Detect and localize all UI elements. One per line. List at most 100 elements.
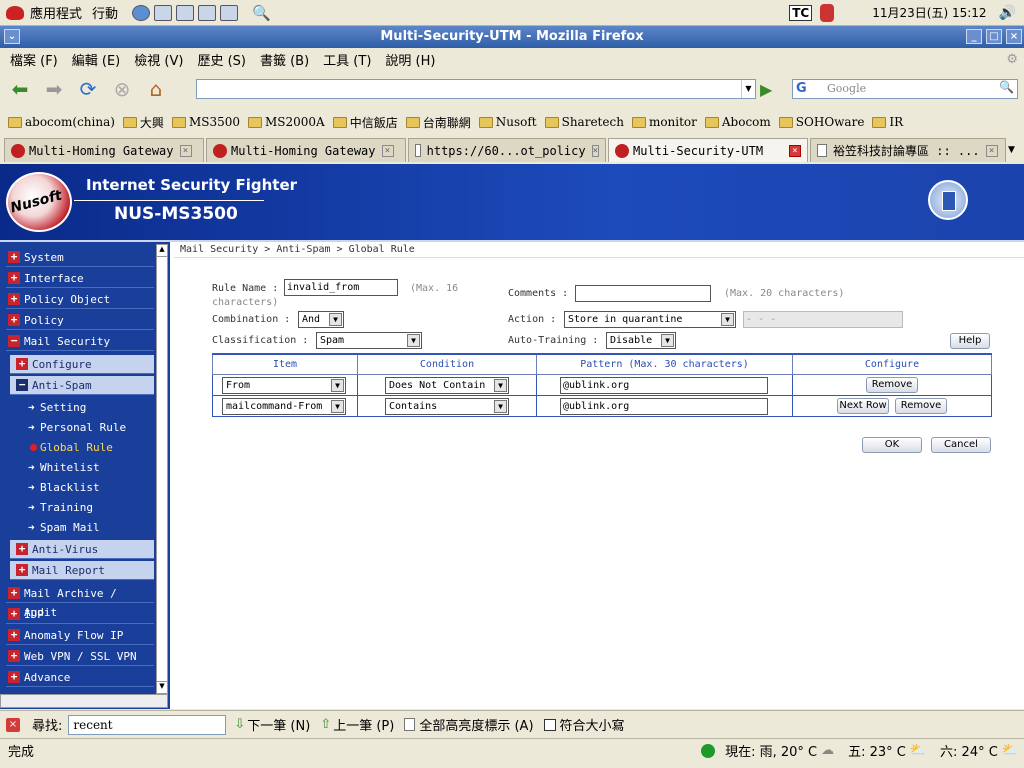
- back-button[interactable]: ⬅: [6, 76, 34, 102]
- sidebar-item-whitelist[interactable]: ➜ Whitelist: [10, 458, 154, 477]
- close-tab-icon[interactable]: ×: [985, 144, 998, 157]
- tab[interactable]: 裕笠科技討論專區 :: ... ×: [810, 138, 1006, 162]
- remove-button[interactable]: Remove: [866, 376, 918, 393]
- bookmark-folder[interactable]: MS2000A: [247, 115, 325, 129]
- bookmark-folder[interactable]: 中信飯店: [332, 114, 398, 131]
- search-go-icon[interactable]: 🔍: [999, 80, 1014, 94]
- sidebar-item-personal-rule[interactable]: ➜ Personal Rule: [10, 418, 154, 437]
- redhat-icon[interactable]: [6, 5, 24, 20]
- bookmark-folder[interactable]: SOHOware: [778, 115, 864, 129]
- sidebar-item-spam-mail[interactable]: ➜ Spam Mail: [10, 518, 154, 537]
- highlight-all-button[interactable]: 全部高亮度標示 (A): [419, 715, 533, 734]
- bookmark-folder[interactable]: Abocom: [704, 115, 771, 129]
- maximize-button[interactable]: □: [986, 29, 1002, 44]
- sidebar-item-training[interactable]: ➜ Training: [10, 498, 154, 517]
- applications-menu[interactable]: 應用程式: [30, 3, 82, 22]
- sidebar-item-interface[interactable]: + Interface: [6, 269, 154, 288]
- next-row-button[interactable]: Next Row: [837, 397, 889, 414]
- close-find-icon[interactable]: ×: [6, 717, 20, 732]
- tab[interactable]: https://60...ot_policy ×: [408, 138, 606, 162]
- stop-button[interactable]: ⊗: [108, 76, 136, 102]
- auto-training-select[interactable]: Disable ▼: [606, 332, 676, 349]
- go-button[interactable]: ▶: [760, 80, 772, 99]
- tab-active[interactable]: Multi-Security-UTM ×: [608, 138, 808, 162]
- pattern-input[interactable]: @ublink.org: [560, 376, 768, 394]
- search-icon[interactable]: 🔍: [252, 4, 271, 22]
- close-button[interactable]: ×: [1006, 29, 1022, 44]
- classification-select[interactable]: Spam ▼: [316, 332, 422, 349]
- item-select[interactable]: From ▼: [222, 376, 346, 394]
- volume-icon[interactable]: 🔊: [999, 5, 1016, 21]
- sidebar-item-system[interactable]: + System: [6, 248, 154, 267]
- sidebar-item-configure[interactable]: + Configure: [10, 355, 154, 374]
- logout-icon[interactable]: [928, 180, 968, 220]
- minimize-button[interactable]: _: [966, 29, 982, 44]
- ok-button[interactable]: OK: [862, 437, 922, 453]
- sidebar-item-mail-archive[interactable]: + Mail Archive / Audit: [6, 584, 154, 619]
- tab[interactable]: Multi-Homing Gateway ×: [206, 138, 406, 162]
- bookmark-folder[interactable]: IR: [872, 115, 903, 129]
- condition-select[interactable]: Contains ▼: [385, 397, 509, 415]
- close-tab-icon[interactable]: ×: [591, 144, 599, 157]
- close-tab-icon[interactable]: ×: [789, 144, 801, 157]
- sidebar-item-blacklist[interactable]: ➜ Blacklist: [10, 478, 154, 497]
- bookmark-folder[interactable]: Nusoft: [478, 115, 537, 129]
- reload-button[interactable]: ⟳: [74, 76, 102, 102]
- browser-launcher-icon[interactable]: [132, 4, 151, 21]
- sidebar-item-idp[interactable]: + IDP: [6, 605, 154, 624]
- url-dropdown-icon[interactable]: ▼: [741, 80, 755, 98]
- action-select[interactable]: Store in quarantine ▼: [564, 311, 736, 328]
- remove-button[interactable]: Remove: [895, 397, 947, 414]
- settings-launcher-icon[interactable]: [220, 4, 239, 21]
- sidebar-item-policy[interactable]: + Policy: [6, 311, 154, 330]
- forward-button[interactable]: ➡: [40, 76, 68, 102]
- bookmark-folder[interactable]: 台南聯網: [405, 114, 471, 131]
- sidebar-item-anti-spam[interactable]: − Anti-Spam: [10, 376, 154, 395]
- horizontal-scrollbar[interactable]: [0, 694, 168, 708]
- tab[interactable]: Multi-Homing Gateway ×: [4, 138, 204, 162]
- menu-bookmarks[interactable]: 書籤 (B): [260, 50, 309, 69]
- sidebar-item-anti-virus[interactable]: + Anti-Virus: [10, 540, 154, 559]
- find-prev-button[interactable]: 上一筆 (P): [333, 715, 394, 734]
- menu-help[interactable]: 說明 (H): [385, 50, 435, 69]
- scroll-down-icon[interactable]: ▼: [157, 681, 167, 693]
- sidebar-item-advance[interactable]: + Advance: [6, 668, 154, 687]
- bookmark-folder[interactable]: Sharetech: [544, 115, 624, 129]
- menu-tools[interactable]: 工具 (T): [323, 50, 371, 69]
- update-alert-icon[interactable]: [820, 3, 835, 22]
- sidebar-item-anomaly-flow[interactable]: + Anomaly Flow IP: [6, 626, 154, 645]
- close-tab-icon[interactable]: ×: [179, 144, 192, 157]
- comments-input[interactable]: [575, 285, 711, 302]
- sidebar-scrollbar[interactable]: ▲ ▼: [156, 244, 168, 694]
- menu-file[interactable]: 檔案 (F): [10, 50, 58, 69]
- editor-launcher-icon[interactable]: [176, 4, 195, 21]
- sidebar-item-setting[interactable]: ➜ Setting: [10, 398, 154, 417]
- bookmark-folder[interactable]: 大興: [122, 114, 164, 131]
- search-box[interactable]: G Google 🔍: [792, 79, 1018, 99]
- combination-select[interactable]: And ▼: [298, 311, 344, 328]
- sidebar-item-global-rule[interactable]: Global Rule: [10, 438, 154, 457]
- url-bar[interactable]: ▼: [196, 79, 756, 99]
- document-launcher-icon[interactable]: [198, 4, 217, 21]
- tab-list-icon[interactable]: ▼: [1008, 138, 1022, 162]
- close-tab-icon[interactable]: ×: [381, 144, 394, 157]
- sidebar-item-web-vpn[interactable]: + Web VPN / SSL VPN: [6, 647, 154, 666]
- actions-menu[interactable]: 行動: [92, 3, 118, 22]
- mail-launcher-icon[interactable]: [154, 4, 173, 21]
- home-button[interactable]: ⌂: [142, 76, 170, 102]
- help-button[interactable]: Help: [950, 333, 990, 349]
- bookmark-folder[interactable]: abocom(china): [8, 115, 115, 129]
- condition-select[interactable]: Does Not Contain ▼: [385, 376, 509, 394]
- window-menu-button[interactable]: ⌄: [4, 29, 20, 44]
- sidebar-item-mail-report[interactable]: + Mail Report: [10, 561, 154, 580]
- sidebar-item-policy-object[interactable]: + Policy Object: [6, 290, 154, 309]
- bookmark-folder[interactable]: MS3500: [171, 115, 240, 129]
- input-method-indicator[interactable]: TC: [789, 4, 813, 21]
- menu-history[interactable]: 歷史 (S): [197, 50, 246, 69]
- sidebar-item-mail-security[interactable]: − Mail Security: [6, 332, 154, 351]
- pattern-input[interactable]: @ublink.org: [560, 397, 768, 415]
- google-engine-icon[interactable]: G: [796, 81, 807, 96]
- rule-name-input[interactable]: invalid_from: [284, 279, 398, 296]
- clock[interactable]: 11月23日(五) 15:12: [872, 4, 986, 21]
- menu-view[interactable]: 檢視 (V): [134, 50, 183, 69]
